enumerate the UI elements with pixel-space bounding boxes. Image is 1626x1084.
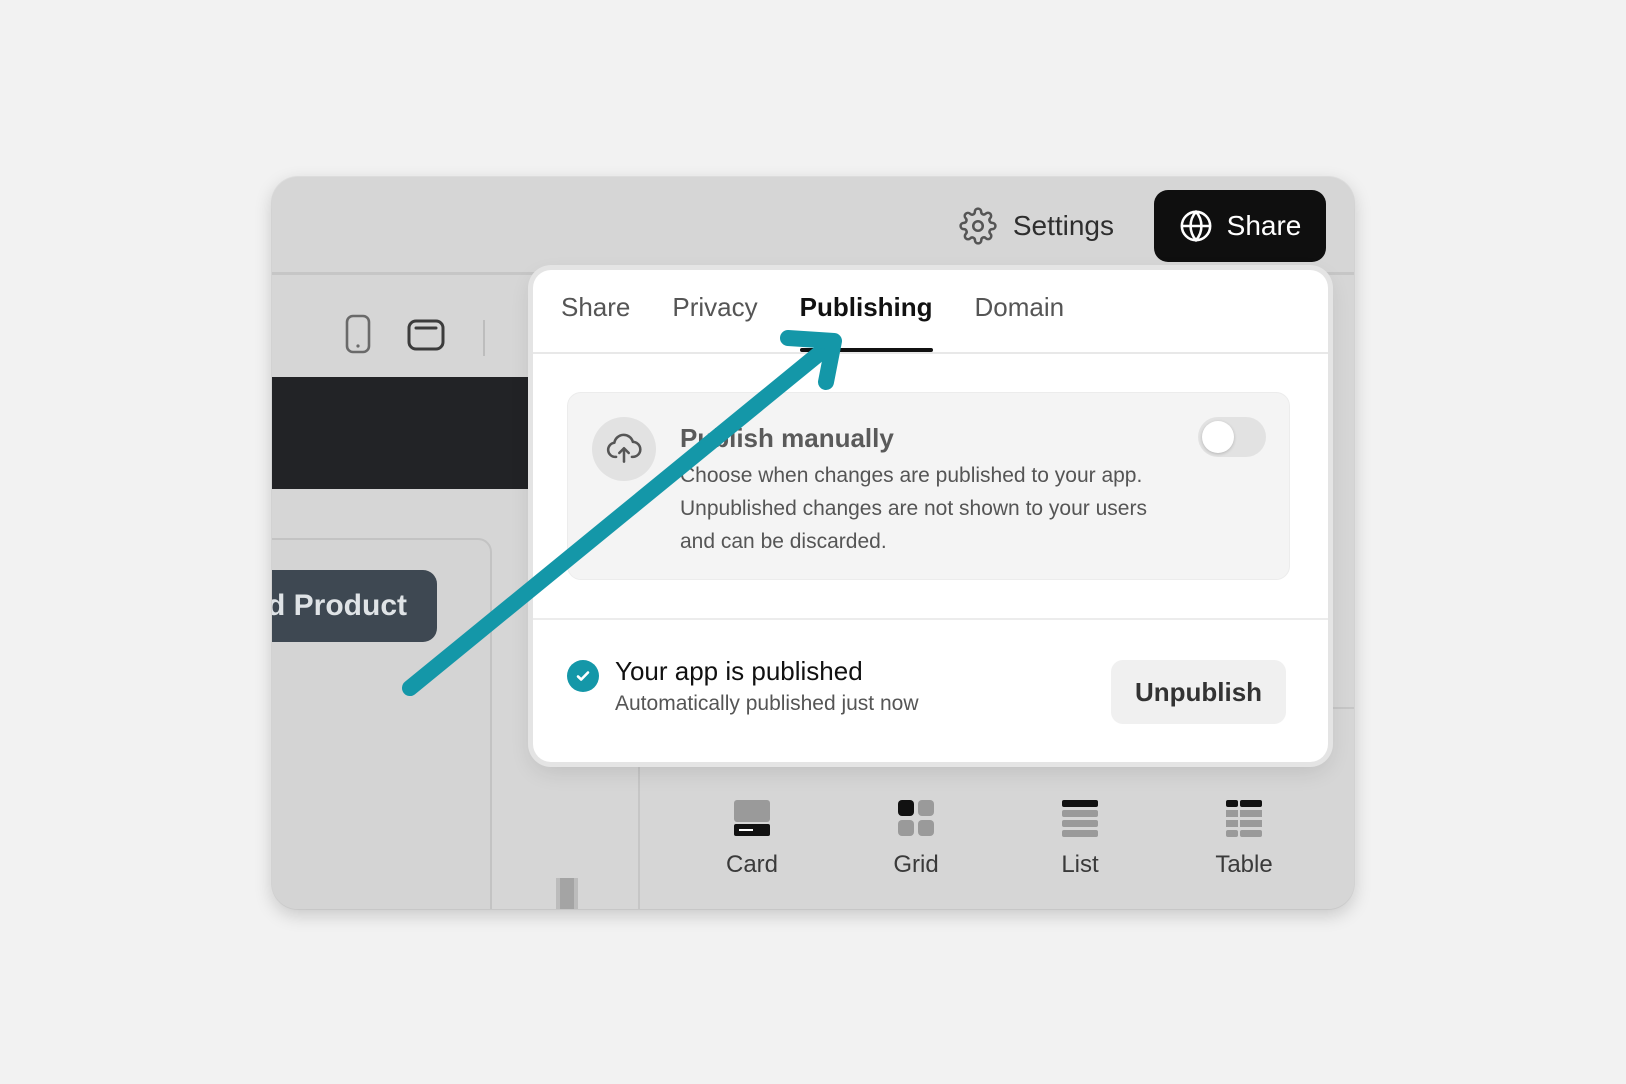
cloud-upload-badge <box>592 417 656 481</box>
share-button-label: Share <box>1226 210 1302 241</box>
scrollbar[interactable] <box>556 878 578 909</box>
section-divider <box>533 618 1328 620</box>
grid-layout-icon <box>898 800 934 836</box>
gear-icon <box>959 207 997 245</box>
cloud-upload-icon <box>606 433 642 463</box>
layout-option-label: List <box>1061 851 1099 878</box>
globe-icon <box>1180 209 1212 243</box>
settings-button[interactable]: Settings <box>959 207 1114 245</box>
layout-option-card[interactable]: Card <box>692 799 812 879</box>
published-check-icon <box>567 660 599 692</box>
publish-status-subtitle: Automatically published just now <box>615 692 919 715</box>
popover-tabs: Share Privacy Publishing Domain <box>561 270 1064 352</box>
layout-option-list[interactable]: List <box>1020 799 1140 879</box>
tablet-preview-icon[interactable] <box>406 318 446 352</box>
share-popover: Share Privacy Publishing Domain Publish … <box>533 270 1328 762</box>
publish-manually-card: Publish manually Choose when changes are… <box>567 392 1290 580</box>
publish-manually-description: Choose when changes are published to you… <box>680 464 1147 553</box>
layout-option-label: Grid <box>893 851 939 878</box>
share-button[interactable]: Share <box>1154 190 1326 262</box>
table-layout-icon <box>1226 800 1262 837</box>
settings-label: Settings <box>1012 210 1114 241</box>
publish-status-title: Your app is published <box>615 656 863 686</box>
card-layout-icon <box>734 800 770 836</box>
toolbar-divider <box>483 320 485 356</box>
tab-privacy[interactable]: Privacy <box>672 270 757 352</box>
list-layout-icon <box>1062 800 1098 837</box>
screen-header-preview <box>272 377 548 489</box>
top-bar: Settings Share <box>272 177 1354 275</box>
mobile-preview-icon[interactable] <box>344 314 372 354</box>
tab-domain[interactable]: Domain <box>975 270 1065 352</box>
layout-option-label: Card <box>725 851 779 878</box>
add-product-button[interactable]: d Product <box>272 570 437 642</box>
tab-share[interactable]: Share <box>561 270 630 352</box>
layout-option-label: Table <box>1215 851 1273 878</box>
layout-option-grid[interactable]: Grid <box>856 799 976 879</box>
tabs-divider <box>533 352 1328 354</box>
unpublish-button[interactable]: Unpublish <box>1111 660 1286 724</box>
tab-publishing[interactable]: Publishing <box>799 270 933 352</box>
publish-manually-toggle[interactable] <box>1198 417 1266 457</box>
publish-manually-title: Publish manually <box>680 423 894 453</box>
layout-option-table[interactable]: Table <box>1184 799 1304 879</box>
